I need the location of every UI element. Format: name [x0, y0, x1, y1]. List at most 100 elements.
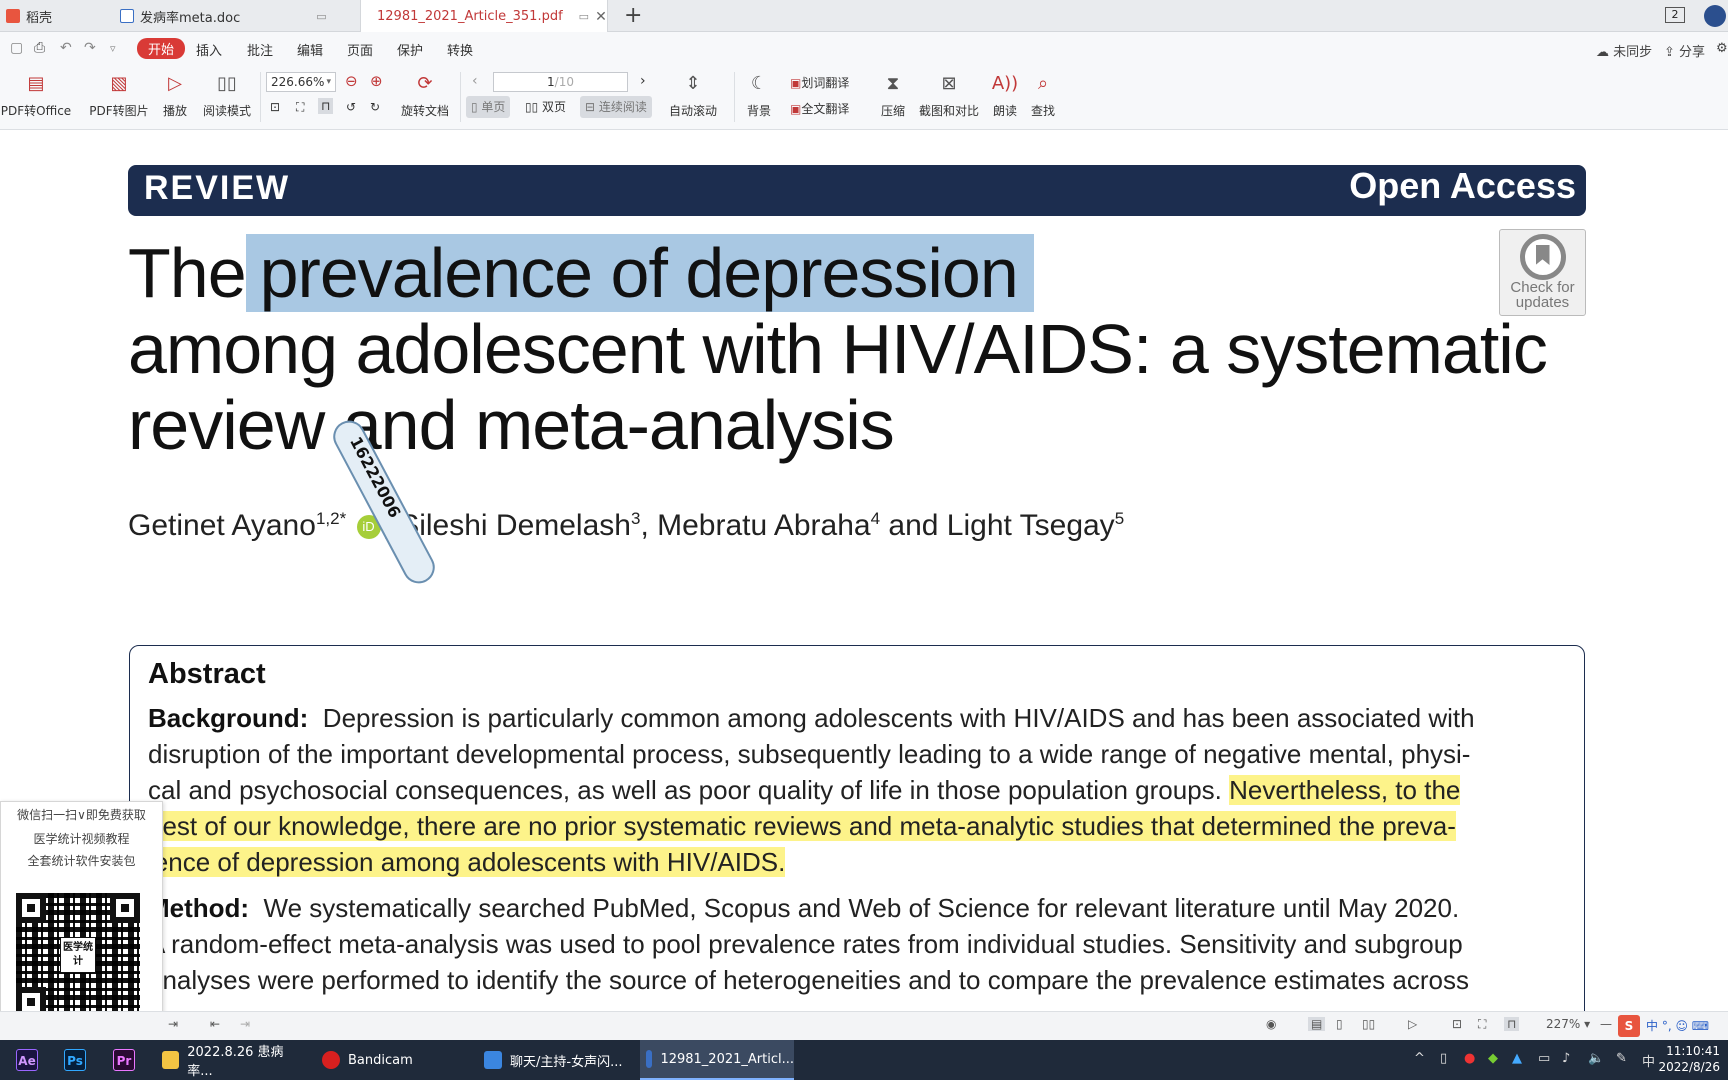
- pdf-page-view[interactable]: REVIEW Open Access Check for updates The…: [0, 131, 1728, 1011]
- display-icon[interactable]: ▭: [1538, 1051, 1550, 1066]
- menu-insert[interactable]: 插入: [196, 40, 222, 59]
- zoom-select[interactable]: 226.66% ▾: [266, 72, 336, 92]
- full-translate-button[interactable]: ▣ 全文翻译: [790, 100, 849, 117]
- tab-doc-file[interactable]: 发病率meta.doc ▭: [110, 0, 360, 32]
- double-page-toggle[interactable]: ▯▯ 双页: [520, 96, 571, 118]
- compress-button[interactable]: ⧗ 压缩: [878, 70, 908, 119]
- screenshot-compare-button[interactable]: ⊠ 截图和对比: [918, 70, 980, 119]
- yellow-highlight[interactable]: best of our knowledge, there are no prio…: [148, 811, 1456, 841]
- single-page-icon: ▯: [471, 100, 482, 114]
- window-count-badge[interactable]: 2: [1665, 7, 1685, 23]
- rotate-document-button[interactable]: ⟳ 旋转文档: [398, 70, 452, 119]
- title-selection-highlight[interactable]: prevalence of depression: [245, 234, 1034, 312]
- network-tray-icon[interactable]: ▲: [1512, 1051, 1522, 1066]
- single-page-toggle[interactable]: ▯ 单页: [466, 96, 511, 118]
- share-button[interactable]: ⇪ 分享: [1664, 41, 1705, 60]
- close-tab-icon[interactable]: ✕: [595, 9, 607, 25]
- tray-expand-icon[interactable]: ^: [1414, 1051, 1425, 1066]
- customize-icon[interactable]: ▿: [110, 42, 116, 55]
- premiere-icon[interactable]: Pr: [113, 1049, 135, 1071]
- taskbar-bandicam[interactable]: Bandicam: [316, 1040, 466, 1080]
- last-page-icon[interactable]: ⇥: [168, 1017, 178, 1031]
- qr-promo-panel[interactable]: 微信扫一扫∨即免费获取 医学统计视频教程 全套统计软件安装包 医学统计: [0, 801, 163, 1028]
- continuous-view-icon[interactable]: ▤: [1308, 1017, 1326, 1031]
- rotate-left-icon[interactable]: ↺: [346, 100, 356, 114]
- fit-width-icon[interactable]: ⊓: [318, 98, 334, 114]
- auto-scroll-button[interactable]: ⇕ 自动滚动: [664, 70, 722, 119]
- single-view-icon[interactable]: ▯: [1336, 1017, 1343, 1031]
- sogou-ime-icon[interactable]: S: [1618, 1015, 1640, 1037]
- print-icon[interactable]: ⎙: [34, 40, 45, 56]
- redo-icon[interactable]: ↷: [84, 40, 96, 56]
- menu-protect[interactable]: 保护: [397, 40, 423, 59]
- bookmark-icon: [1519, 234, 1566, 280]
- read-aloud-button[interactable]: A)) 朗读: [990, 70, 1020, 119]
- pdf-to-image-button[interactable]: ▧ PDF转图片: [88, 70, 150, 119]
- avatar[interactable]: [1704, 5, 1726, 27]
- menu-page[interactable]: 页面: [347, 40, 373, 59]
- taskbar-folder[interactable]: 2022.8.26 患病率...: [156, 1040, 304, 1080]
- record-tray-icon[interactable]: ●: [1464, 1051, 1475, 1066]
- clock[interactable]: 11:10:41 2022/8/26: [1658, 1043, 1720, 1075]
- rotate-right-icon[interactable]: ↻: [370, 100, 380, 114]
- pin-icon[interactable]: ▭: [579, 10, 589, 23]
- zoom-out-icon[interactable]: ⊖: [345, 72, 358, 90]
- collapse-panel-icon[interactable]: ⇤: [210, 1017, 220, 1031]
- actual-size-icon[interactable]: ⊡: [270, 100, 280, 114]
- fit-width-icon[interactable]: ⊓: [1504, 1017, 1520, 1031]
- fit-page-icon[interactable]: ⛶: [1478, 1017, 1486, 1032]
- expand-panel-icon[interactable]: ⇥: [240, 1017, 250, 1031]
- next-page-icon[interactable]: ›: [640, 73, 646, 89]
- wps-pdf-icon: [646, 1050, 653, 1068]
- pin-icon[interactable]: ▭: [316, 10, 326, 23]
- ime-status[interactable]: 中 °, ☺ ⌨: [1646, 1017, 1709, 1034]
- menu-edit[interactable]: 编辑: [297, 40, 323, 59]
- find-button[interactable]: ⌕ 查找: [1028, 70, 1058, 119]
- new-tab-button[interactable]: +: [624, 3, 642, 28]
- zoom-in-icon[interactable]: ⊕: [370, 72, 383, 90]
- fit-page-icon[interactable]: ⛶: [296, 100, 304, 115]
- zoom-out-icon[interactable]: —: [1600, 1017, 1612, 1031]
- actual-size-icon[interactable]: ⊡: [1452, 1017, 1462, 1031]
- photoshop-icon[interactable]: Ps: [64, 1049, 86, 1071]
- usb-icon[interactable]: ▯: [1440, 1051, 1447, 1066]
- pdf-to-office-button[interactable]: ▤ PDF转Office: [0, 70, 72, 119]
- taskbar-pdf[interactable]: 12981_2021_Articl...: [640, 1040, 794, 1080]
- pen-icon[interactable]: ✎: [1616, 1051, 1627, 1066]
- previous-page-icon[interactable]: ‹: [472, 73, 478, 89]
- menu-annotate[interactable]: 批注: [247, 40, 273, 59]
- abstract-line: Background: Depression is particularly c…: [148, 703, 1475, 733]
- translate-icon: ▣: [790, 75, 802, 90]
- yellow-highlight[interactable]: Nevertheless, to the: [1229, 775, 1461, 805]
- zoom-level[interactable]: 227% ▾: [1546, 1017, 1590, 1031]
- continuous-read-toggle[interactable]: ⊟ 连续阅读: [580, 96, 652, 118]
- double-view-icon[interactable]: ▯▯: [1362, 1017, 1375, 1031]
- eye-icon[interactable]: ◉: [1266, 1017, 1276, 1031]
- mic-icon[interactable]: ♪: [1562, 1051, 1570, 1066]
- sync-status[interactable]: ☁ 未同步: [1596, 41, 1652, 60]
- after-effects-icon[interactable]: Ae: [16, 1049, 38, 1071]
- check-for-updates-badge[interactable]: Check for updates: [1499, 229, 1586, 316]
- qr-corner: [16, 893, 46, 923]
- undo-icon[interactable]: ↶: [60, 40, 72, 56]
- screenshot-icon: ⊠: [941, 72, 957, 94]
- nvidia-icon[interactable]: ◆: [1488, 1051, 1498, 1066]
- pdf-to-office-icon: ▤: [27, 72, 45, 94]
- yellow-highlight[interactable]: lence of depression among adolescents wi…: [148, 847, 786, 877]
- save-icon[interactable]: ▢: [10, 40, 23, 56]
- background-button[interactable]: ☾ 背景: [742, 70, 776, 119]
- tab-pdf-file[interactable]: 12981_2021_Article_351.pdf ▭ ✕: [360, 0, 608, 33]
- menu-home[interactable]: 开始: [137, 38, 186, 59]
- settings-icon[interactable]: ⚙: [1716, 41, 1728, 56]
- taskbar-chat[interactable]: 聊天/主持-女声闪...: [478, 1040, 640, 1080]
- page-number-input[interactable]: 1/10: [493, 72, 628, 92]
- play-icon[interactable]: ▷: [1408, 1017, 1417, 1031]
- volume-icon[interactable]: 🔈: [1588, 1051, 1604, 1066]
- word-translate-button[interactable]: ▣ 划词翻译: [790, 74, 849, 91]
- menu-convert[interactable]: 转换: [447, 40, 473, 59]
- tab-docer[interactable]: 稻壳: [0, 0, 106, 32]
- ime-indicator[interactable]: 中: [1642, 1051, 1655, 1070]
- read-mode-button[interactable]: ▯▯ 阅读模式: [202, 70, 252, 119]
- tab-label: 发病率meta.doc: [140, 10, 241, 26]
- play-button[interactable]: ▷ 播放: [160, 70, 190, 119]
